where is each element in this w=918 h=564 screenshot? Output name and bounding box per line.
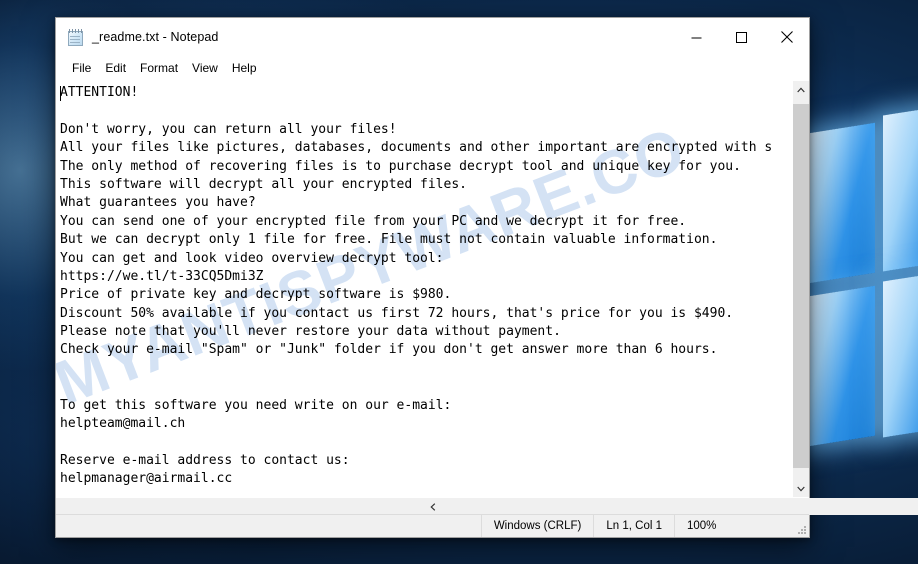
minimize-button[interactable]: [674, 18, 719, 56]
note-line: Please note that you'll never restore yo…: [60, 324, 561, 340]
maximize-icon: [736, 31, 747, 43]
chevron-left-icon: [429, 502, 435, 511]
title-bar[interactable]: _readme.txt - Notepad: [56, 18, 809, 56]
scroll-right-button[interactable]: [809, 498, 918, 515]
note-line: Price of private key and decrypt softwar…: [60, 287, 452, 303]
notepad-icon: [67, 28, 84, 46]
vertical-scrollbar[interactable]: [792, 81, 809, 497]
note-line: ATTENTION!: [60, 85, 139, 100]
note-line: What guarantees you have?: [60, 195, 256, 211]
chevron-down-icon: [797, 486, 805, 491]
status-cursor-position: Ln 1, Col 1: [593, 515, 674, 537]
note-line: [60, 433, 792, 451]
menu-bar: File Edit Format View Help: [56, 56, 809, 80]
status-bar: Windows (CRLF) Ln 1, Col 1 100%: [56, 514, 809, 537]
note-line: https://we.tl/t-33CQ5Dmi3Z: [60, 268, 264, 284]
menu-edit[interactable]: Edit: [98, 59, 133, 77]
menu-help[interactable]: Help: [225, 59, 264, 77]
notepad-window: _readme.txt - Notepad File Edit Format V…: [55, 17, 918, 538]
note-line: helpteam@mail.ch: [60, 416, 186, 432]
status-line-ending: Windows (CRLF): [480, 515, 594, 537]
note-line: Don't worry, you can return all your fil…: [60, 121, 397, 137]
close-button[interactable]: [764, 18, 809, 56]
note-line: This software will decrypt all your encr…: [60, 176, 467, 192]
note-line: You can send one of your encrypted file …: [60, 213, 687, 229]
note-line: [60, 360, 792, 378]
resize-grip[interactable]: [792, 515, 809, 537]
menu-format[interactable]: Format: [133, 59, 185, 77]
menu-view[interactable]: View: [185, 59, 225, 77]
close-icon: [780, 31, 793, 43]
maximize-button[interactable]: [719, 18, 764, 56]
vertical-scroll-track[interactable]: [793, 98, 809, 480]
note-line: To get this software you need write on o…: [60, 397, 452, 413]
scroll-up-button[interactable]: [793, 81, 809, 98]
text-area[interactable]: MYANTISPYWARE.CO ATTENTION! Don't worry,…: [56, 81, 792, 497]
note-line: [60, 489, 792, 497]
text-caret: [60, 86, 61, 101]
minimize-icon: [691, 37, 702, 38]
note-line: The only method of recovering files is t…: [60, 158, 741, 174]
note-line: helpmanager@airmail.cc: [60, 471, 233, 487]
window-title: _readme.txt - Notepad: [92, 30, 219, 44]
vertical-scroll-thumb[interactable]: [793, 104, 809, 468]
status-spacer: [56, 515, 481, 537]
note-line: Reserve e-mail address to contact us:: [60, 452, 350, 468]
note-line: You can get and look video overview decr…: [60, 250, 444, 266]
note-line: But we can decrypt only 1 file for free.…: [60, 232, 718, 248]
menu-file[interactable]: File: [65, 59, 98, 77]
scroll-left-button[interactable]: [56, 498, 809, 515]
ransom-note-text: ATTENTION! Don't worry, you can return a…: [56, 81, 792, 497]
note-line: Check your e-mail "Spam" or "Junk" folde…: [60, 342, 718, 358]
note-line: [60, 102, 792, 120]
status-zoom-level: 100%: [674, 515, 792, 537]
note-line: Discount 50% available if you contact us…: [60, 305, 734, 321]
horizontal-scrollbar[interactable]: [56, 497, 918, 515]
chevron-up-icon: [797, 87, 805, 92]
windows-logo-icon: [805, 100, 918, 469]
note-line: [60, 378, 792, 396]
window-controls: [674, 18, 809, 56]
editor-area: MYANTISPYWARE.CO ATTENTION! Don't worry,…: [56, 80, 809, 497]
scroll-down-button[interactable]: [793, 480, 809, 497]
note-line: All your files like pictures, databases,…: [60, 140, 773, 156]
